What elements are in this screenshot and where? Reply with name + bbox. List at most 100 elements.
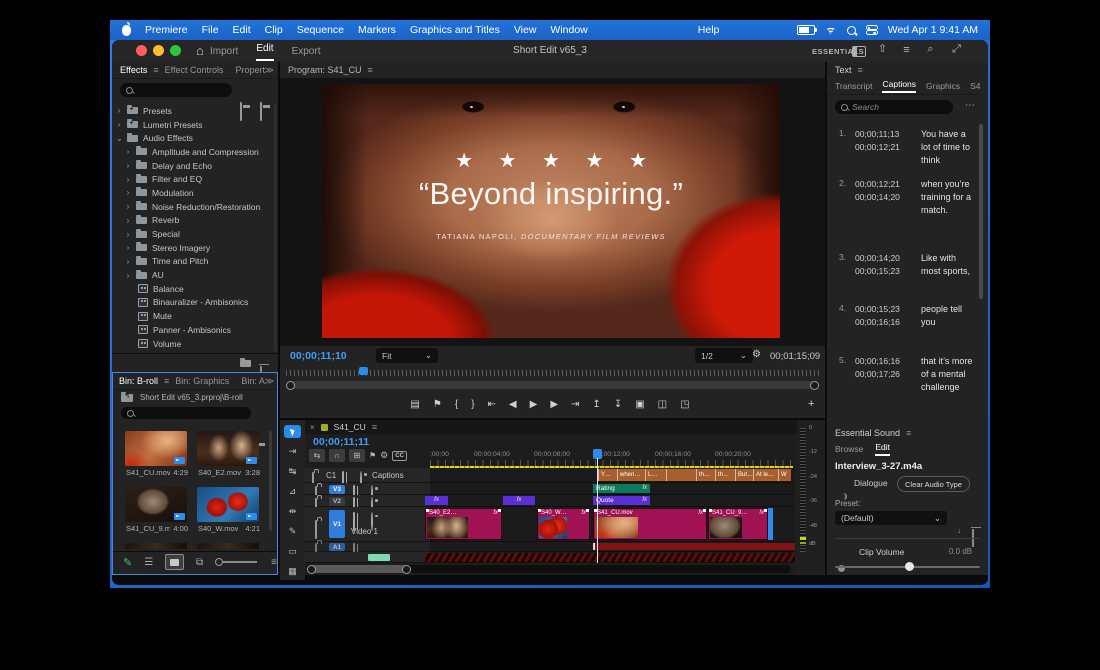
chevron-icon[interactable]	[125, 202, 131, 211]
effects-tree-item[interactable]: Noise Reduction/Restoration	[112, 200, 274, 214]
effects-tree-item[interactable]: Filter and EQ	[112, 172, 274, 186]
settings-wrench-icon[interactable]: ⚙	[752, 349, 761, 360]
tab-import[interactable]: Import	[210, 46, 238, 57]
essential-sound-title[interactable]: Essential Sound	[827, 428, 906, 438]
track-header-c1[interactable]: C1 Captions	[305, 468, 430, 483]
program-timecode[interactable]: 00;00;11;10	[290, 350, 347, 362]
bin-breadcrumb[interactable]: Short Edit v65_3.prproj\B-roll	[113, 390, 277, 405]
close-icon[interactable]: ×	[310, 423, 315, 432]
track-v3-content[interactable]: Ratingfx	[430, 483, 795, 495]
track-header-a2[interactable]	[305, 552, 430, 563]
program-scrollbar[interactable]	[288, 381, 817, 389]
track-a1-content[interactable]	[430, 542, 795, 552]
track-v1-content[interactable]: S40_E2…fx S40_W…fx S41_CU.movfx S41_CU_9…	[430, 507, 795, 542]
effects-tree-item[interactable]: Panner - Ambisonics	[112, 323, 274, 337]
text-panel-title[interactable]: Text	[827, 65, 858, 75]
effects-tree-item[interactable]: Stereo Imagery	[112, 241, 274, 255]
transport-button[interactable]: ↧	[614, 399, 622, 410]
bin-scrollbar[interactable]	[269, 431, 272, 531]
tab-bin-broll[interactable]: Bin: B-roll	[113, 376, 164, 386]
chevron-icon[interactable]	[125, 257, 131, 266]
chevron-icon[interactable]	[125, 230, 131, 239]
track-select-tool[interactable]: ⇥	[284, 445, 301, 458]
menu-item[interactable]: Clip	[265, 24, 283, 36]
tab-edit[interactable]: Edit	[875, 442, 890, 456]
chevron-icon[interactable]	[125, 216, 131, 225]
clip-thumbnail[interactable]	[125, 487, 187, 522]
tab-export[interactable]: Export	[292, 46, 321, 57]
program-video-frame[interactable]: ★ ★ ★ ★ ★ “Beyond inspiring.” TATIANA NA…	[322, 84, 780, 338]
chevron-icon[interactable]	[125, 147, 131, 156]
caption-clip[interactable]: when…	[617, 469, 645, 481]
track-v2-content[interactable]: fx fx Quotefx	[430, 495, 795, 507]
transport-button[interactable]: ⇤	[488, 399, 496, 410]
video-clip[interactable]: S41_CU_9…fx	[708, 508, 768, 540]
transport-button[interactable]: ↥	[592, 399, 600, 410]
tab-transcript[interactable]: Transcript	[835, 81, 872, 91]
caption-text[interactable]: Like with most sports,	[921, 252, 977, 278]
more-options-icon[interactable]: ⋯	[965, 100, 975, 111]
spotlight-icon[interactable]	[847, 26, 856, 35]
video-clip[interactable]: S41_CU.movfx	[593, 508, 707, 540]
caption-clip[interactable]: At le…	[753, 469, 778, 481]
caption-clip[interactable]	[666, 469, 696, 481]
caption-clip[interactable]: W	[778, 469, 791, 481]
minimize-window-button[interactable]	[153, 45, 164, 56]
tab-overflow[interactable]: S4	[970, 81, 980, 91]
caption-clip[interactable]: th…	[696, 469, 715, 481]
wifi-icon[interactable]	[825, 26, 837, 35]
control-center-icon[interactable]	[866, 25, 878, 35]
stack-icon[interactable]: ≡	[900, 44, 913, 56]
list-view-icon[interactable]: ☰	[144, 557, 153, 568]
timeline-timecode[interactable]: 00;00;11;11	[313, 436, 369, 448]
scrollbar-knob-right[interactable]	[402, 565, 411, 574]
edit-pen-icon[interactable]: ✎	[123, 556, 132, 569]
menu-item[interactable]: Graphics and Titles	[410, 24, 500, 36]
transport-button[interactable]: ▶	[530, 399, 538, 410]
caption-clip[interactable]: Y…	[598, 469, 617, 481]
clip-thumbnail[interactable]	[125, 431, 187, 466]
apple-menu-icon[interactable]	[122, 25, 131, 36]
folder-up-icon[interactable]	[121, 394, 133, 402]
tab-overflow-icon[interactable]: ≫	[265, 65, 278, 76]
lock-icon[interactable]	[315, 520, 317, 539]
audio-clip[interactable]	[593, 543, 795, 550]
effects-tree-item[interactable]: Balance	[112, 282, 274, 296]
sort-menu-icon[interactable]: ≡	[271, 557, 277, 568]
chevron-icon[interactable]	[125, 271, 131, 280]
caption-clip[interactable]: th…	[715, 469, 735, 481]
effects-tree-item[interactable]: Modulation	[112, 186, 274, 200]
home-icon[interactable]: ⌂	[196, 43, 204, 58]
close-window-button[interactable]	[136, 45, 147, 56]
effects-tree-item[interactable]: Reverb	[112, 214, 274, 228]
rectangle-tool[interactable]: ▭	[284, 545, 301, 558]
graphic-clip[interactable]: fx	[425, 496, 448, 505]
ripple-edit-tool[interactable]: ↹	[284, 465, 301, 478]
transport-button[interactable]: }	[471, 399, 474, 410]
insert-overwrite-icon[interactable]: ⇆	[309, 449, 325, 462]
add-button[interactable]: +	[808, 398, 814, 410]
clip-thumbnail[interactable]	[197, 487, 259, 522]
search-plus-icon[interactable]: ⌕	[924, 43, 937, 55]
effects-tree-item[interactable]: Presets	[112, 104, 274, 118]
zoom-slider[interactable]	[215, 558, 257, 566]
track-a2-content[interactable]	[430, 552, 795, 563]
clip-thumbnail[interactable]	[197, 543, 259, 549]
timeline-scrollbar-thumb[interactable]	[309, 565, 409, 573]
video-clip-sliver[interactable]	[768, 508, 773, 540]
chevron-icon[interactable]	[125, 161, 131, 170]
tab-properties[interactable]: Properties	[230, 65, 265, 75]
panel-menu-icon[interactable]: ≡	[858, 65, 863, 75]
program-title[interactable]: Program: S41_CU	[280, 65, 368, 75]
clip-thumbnail[interactable]	[125, 543, 187, 549]
bin-clip[interactable]: S40_E2.mov 3:28	[197, 431, 261, 477]
pen-tool[interactable]: ✎	[284, 525, 301, 538]
scrollbar-knob-right[interactable]	[810, 381, 819, 390]
selection-tool[interactable]	[284, 425, 301, 438]
clear-audio-type-button[interactable]: Clear Audio Type	[897, 476, 970, 492]
caption-text[interactable]: You have a lot of time to think	[921, 128, 977, 167]
video-clip[interactable]: S40_E2…fx	[425, 508, 502, 540]
menu-item[interactable]: Premiere	[145, 24, 188, 36]
workspace-icon[interactable]	[852, 46, 866, 57]
caption-text[interactable]: that it’s more of a mental challenge	[921, 355, 977, 394]
